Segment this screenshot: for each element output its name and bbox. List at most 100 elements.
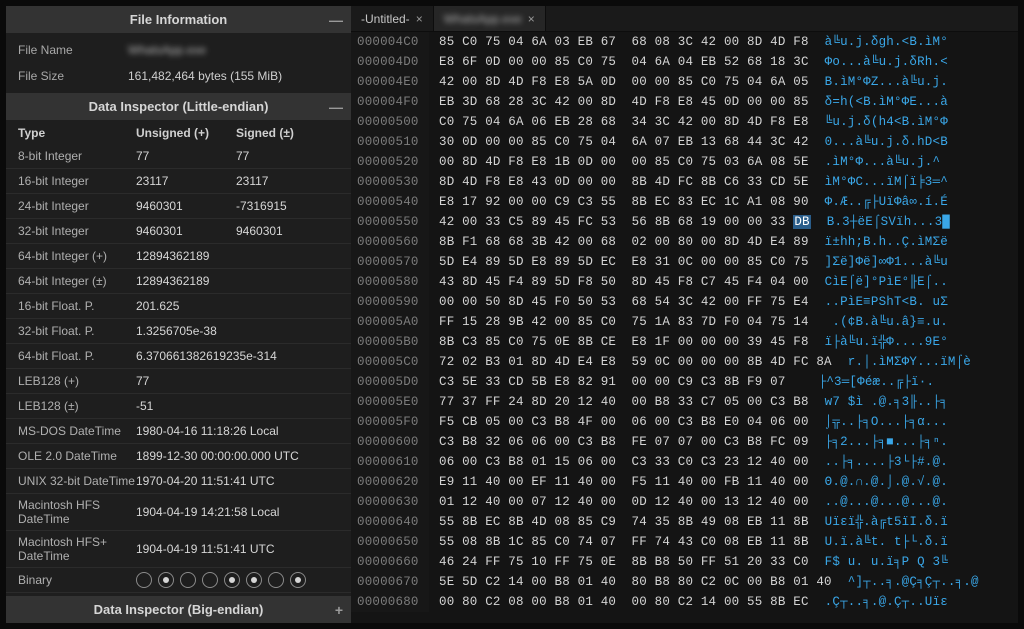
hex-bytes[interactable]: E9 11 40 00 EF 11 40 00 F5 11 40 00 FB 1… [429, 472, 819, 492]
hex-row[interactable]: 0000055042 00 33 C5 89 45 FC 53 56 8B 68… [351, 212, 1018, 232]
hex-row[interactable]: 0000059000 00 50 8D 45 F0 50 53 68 54 3C… [351, 292, 1018, 312]
hex-ascii[interactable]: r.│.ìMΣΦY...ïM⌠è [842, 352, 1018, 372]
di-row[interactable]: Binary [6, 568, 351, 593]
hex-row[interactable]: 00000600C3 B8 32 06 06 00 C3 B8 FE 07 07… [351, 432, 1018, 452]
hex-row[interactable]: 000004E042 00 8D 4D F8 E8 5A 0D 00 00 85… [351, 72, 1018, 92]
file-info-header[interactable]: File Information — [6, 6, 351, 33]
tab-1[interactable]: WhatsApp.exe× [434, 6, 546, 31]
di-row[interactable]: UNIX 32-bit DateTime1970-04-20 11:51:41 … [6, 469, 351, 494]
bit-dot[interactable] [224, 572, 240, 588]
hex-row[interactable]: 00000500C0 75 04 6A 06 EB 28 68 34 3C 42… [351, 112, 1018, 132]
hex-ascii[interactable]: ..PìE≡PShT<B. uΣ [819, 292, 1018, 312]
hex-ascii[interactable]: ..├╕....├3└├#.@. [819, 452, 1018, 472]
hex-bytes[interactable]: C3 5E 33 CD 5B E8 82 91 00 00 C9 C3 8B F… [429, 372, 813, 392]
minus-icon[interactable]: — [329, 13, 343, 27]
hex-row[interactable]: 0000058043 8D 45 F4 89 5D F8 50 8D 45 F8… [351, 272, 1018, 292]
hex-bytes[interactable]: 46 24 FF 75 10 FF 75 0E 8B B8 50 FF 51 2… [429, 552, 819, 572]
hex-row[interactable]: 0000065055 08 8B 1C 85 C0 74 07 FF 74 43… [351, 532, 1018, 552]
hex-ascii[interactable]: B.ìM°ΦZ...à╚u.j. [819, 72, 1018, 92]
hex-row[interactable]: 000004F0EB 3D 68 28 3C 42 00 8D 4D F8 E8… [351, 92, 1018, 112]
hex-ascii[interactable]: ìM°ΦC...ïM⌠ï╞3═^ [819, 172, 1018, 192]
hex-bytes[interactable]: 06 00 C3 B8 01 15 06 00 C3 33 C0 C3 23 1… [429, 452, 819, 472]
hex-bytes[interactable]: 85 C0 75 04 6A 03 EB 67 68 08 3C 42 00 8… [429, 32, 819, 52]
hex-row[interactable]: 000004C085 C0 75 04 6A 03 EB 67 68 08 3C… [351, 32, 1018, 52]
hex-row[interactable]: 0000063001 12 40 00 07 12 40 00 0D 12 40… [351, 492, 1018, 512]
bit-dot[interactable] [268, 572, 284, 588]
di-row[interactable]: 24-bit Integer9460301-7316915 [6, 194, 351, 219]
hex-bytes[interactable]: 42 00 8D 4D F8 E8 5A 0D 00 00 85 C0 75 0… [429, 72, 819, 92]
hex-ascii[interactable]: Θ.@.∩.@.⌡.@.√.@. [819, 472, 1018, 492]
hex-ascii[interactable]: B.3┼ëE⌠SVïh...3█ [821, 212, 1018, 232]
hex-ascii[interactable]: ]Σë]Φë]∞Φ1...à╚u [819, 252, 1018, 272]
hex-bytes[interactable]: 55 8B EC 8B 4D 08 85 C9 74 35 8B 49 08 E… [429, 512, 819, 532]
hex-ascii[interactable]: ï±hh;B.h..Ç.ìMΣë [819, 232, 1018, 252]
tab-0[interactable]: -Untitled-× [351, 6, 434, 31]
hex-bytes[interactable]: C3 B8 32 06 06 00 C3 B8 FE 07 07 00 C3 B… [429, 432, 819, 452]
hex-row[interactable]: 000005E077 37 FF 24 8D 20 12 40 00 B8 33… [351, 392, 1018, 412]
di-row[interactable]: Macintosh HFS DateTime1904-04-19 14:21:5… [6, 494, 351, 531]
hex-body[interactable]: 000004C085 C0 75 04 6A 03 EB 67 68 08 3C… [351, 32, 1018, 623]
hex-bytes[interactable]: 77 37 FF 24 8D 20 12 40 00 B8 33 C7 05 0… [429, 392, 819, 412]
hex-ascii[interactable]: ⌡╦..├╕O...├╕α... [819, 412, 1018, 432]
hex-row[interactable]: 0000064055 8B EC 8B 4D 08 85 C9 74 35 8B… [351, 512, 1018, 532]
di-row[interactable]: 16-bit Integer2311723117 [6, 169, 351, 194]
di-row[interactable]: LEB128 (±)-51 [6, 394, 351, 419]
hex-ascii[interactable]: Uïεï╬.à╔t5ïI.δ.ï [819, 512, 1018, 532]
hex-ascii[interactable]: 0...à╚u.j.δ.hD<B [819, 132, 1018, 152]
hex-bytes[interactable]: E8 6F 0D 00 00 85 C0 75 04 6A 04 EB 52 6… [429, 52, 819, 72]
hex-bytes[interactable]: 8B F1 68 68 3B 42 00 68 02 00 80 00 8D 4… [429, 232, 819, 252]
hex-bytes[interactable]: 55 08 8B 1C 85 C0 74 07 FF 74 43 C0 08 E… [429, 532, 819, 552]
hex-bytes[interactable]: 30 0D 00 00 85 C0 75 04 6A 07 EB 13 68 4… [429, 132, 819, 152]
hex-row[interactable]: 000005608B F1 68 68 3B 42 00 68 02 00 80… [351, 232, 1018, 252]
hex-bytes[interactable]: 00 00 50 8D 45 F0 50 53 68 54 3C 42 00 F… [429, 292, 819, 312]
hex-ascii[interactable]: δ=h(<B.ìM°ΦE...à [819, 92, 1018, 112]
di-row[interactable]: 64-bit Integer (+)12894362189 [6, 244, 351, 269]
hex-bytes[interactable]: 8D 4D F8 E8 43 0D 00 00 8B 4D FC 8B C6 3… [429, 172, 819, 192]
di-row[interactable]: 64-bit Float. P.6.370661382619235e-314 [6, 344, 351, 369]
bit-dot[interactable] [136, 572, 152, 588]
hex-ascii[interactable]: F$ u. u.ï╕P Q 3╚ [819, 552, 1018, 572]
hex-bytes[interactable]: EB 3D 68 28 3C 42 00 8D 4D F8 E8 45 0D 0… [429, 92, 819, 112]
hex-row[interactable]: 000005B08B C3 85 C0 75 0E 8B CE E8 1F 00… [351, 332, 1018, 352]
hex-row[interactable]: 000005D0C3 5E 33 CD 5B E8 82 91 00 00 C9… [351, 372, 1018, 392]
hex-bytes[interactable]: FF 15 28 9B 42 00 85 C0 75 1A 83 7D F0 0… [429, 312, 819, 332]
hex-row[interactable]: 000005308D 4D F8 E8 43 0D 00 00 8B 4D FC… [351, 172, 1018, 192]
hex-row[interactable]: 0000061006 00 C3 B8 01 15 06 00 C3 33 C0… [351, 452, 1018, 472]
hex-ascii[interactable]: ï├à╚u.ï╬Φ....9E° [819, 332, 1018, 352]
bit-dot[interactable] [158, 572, 174, 588]
hex-bytes[interactable]: C0 75 04 6A 06 EB 28 68 34 3C 42 00 8D 4… [429, 112, 819, 132]
hex-bytes[interactable]: 72 02 B3 01 8D 4D E4 E8 59 0C 00 00 00 8… [429, 352, 842, 372]
di-row[interactable]: LEB128 (+)77 [6, 369, 351, 394]
di-row[interactable]: 8-bit Integer7777 [6, 144, 351, 169]
hex-row[interactable]: 0000066046 24 FF 75 10 FF 75 0E 8B B8 50… [351, 552, 1018, 572]
di-row[interactable]: MS-DOS DateTime1980-04-16 11:18:26 Local [6, 419, 351, 444]
di-row[interactable]: OLE 2.0 DateTime1899-12-30 00:00:00.000 … [6, 444, 351, 469]
close-icon[interactable]: × [416, 12, 423, 26]
hex-ascii[interactable]: ├╕2...├╕■...├╕ⁿ. [819, 432, 1018, 452]
hex-row[interactable]: 00000540E8 17 92 00 00 C9 C3 55 8B EC 83… [351, 192, 1018, 212]
data-inspector-be-header[interactable]: Data Inspector (Big-endian) + [6, 596, 351, 623]
hex-ascii[interactable]: .ìM°Φ...à╚u.j.^ [819, 152, 1018, 172]
bit-dot[interactable] [202, 572, 218, 588]
hex-ascii[interactable]: .(¢B.à╚u.â}≡.u. [819, 312, 1018, 332]
close-icon[interactable]: × [528, 12, 535, 26]
hex-row[interactable]: 000005F0F5 CB 05 00 C3 B8 4F 00 06 00 C3… [351, 412, 1018, 432]
hex-bytes[interactable]: 5E 5D C2 14 00 B8 01 40 80 B8 80 C2 0C 0… [429, 572, 842, 592]
hex-ascii[interactable]: Φo...à╚u.j.δRh.< [819, 52, 1018, 72]
hex-row[interactable]: 000005C072 02 B3 01 8D 4D E4 E8 59 0C 00… [351, 352, 1018, 372]
hex-ascii[interactable]: Φ.Æ..╔├UïΦâ∞.í.É [819, 192, 1018, 212]
hex-ascii[interactable]: ^]┬..╕.@Ç╕Ç┬..╕.@ [842, 572, 1018, 592]
hex-ascii[interactable]: ..@...@...@...@. [819, 492, 1018, 512]
hex-row[interactable]: 000006705E 5D C2 14 00 B8 01 40 80 B8 80… [351, 572, 1018, 592]
hex-row[interactable]: 00000620E9 11 40 00 EF 11 40 00 F5 11 40… [351, 472, 1018, 492]
hex-ascii[interactable]: CìE⌠ë]°PìE°╟E⌠.. [819, 272, 1018, 292]
hex-ascii[interactable]: U.ï.à╚t. t├└.δ.ï [819, 532, 1018, 552]
hex-bytes[interactable]: E8 17 92 00 00 C9 C3 55 8B EC 83 EC 1C A… [429, 192, 819, 212]
hex-bytes[interactable]: 8B C3 85 C0 75 0E 8B CE E8 1F 00 00 00 3… [429, 332, 819, 352]
di-row[interactable]: Macintosh HFS+ DateTime1904-04-19 11:51:… [6, 531, 351, 568]
hex-row[interactable]: 0000051030 0D 00 00 85 C0 75 04 6A 07 EB… [351, 132, 1018, 152]
hex-row[interactable]: 000005705D E4 89 5D E8 89 5D EC E8 31 0C… [351, 252, 1018, 272]
hex-bytes[interactable]: 42 00 33 C5 89 45 FC 53 56 8B 68 19 00 0… [429, 212, 821, 232]
bit-dot[interactable] [246, 572, 262, 588]
minus-icon[interactable]: — [329, 100, 343, 114]
